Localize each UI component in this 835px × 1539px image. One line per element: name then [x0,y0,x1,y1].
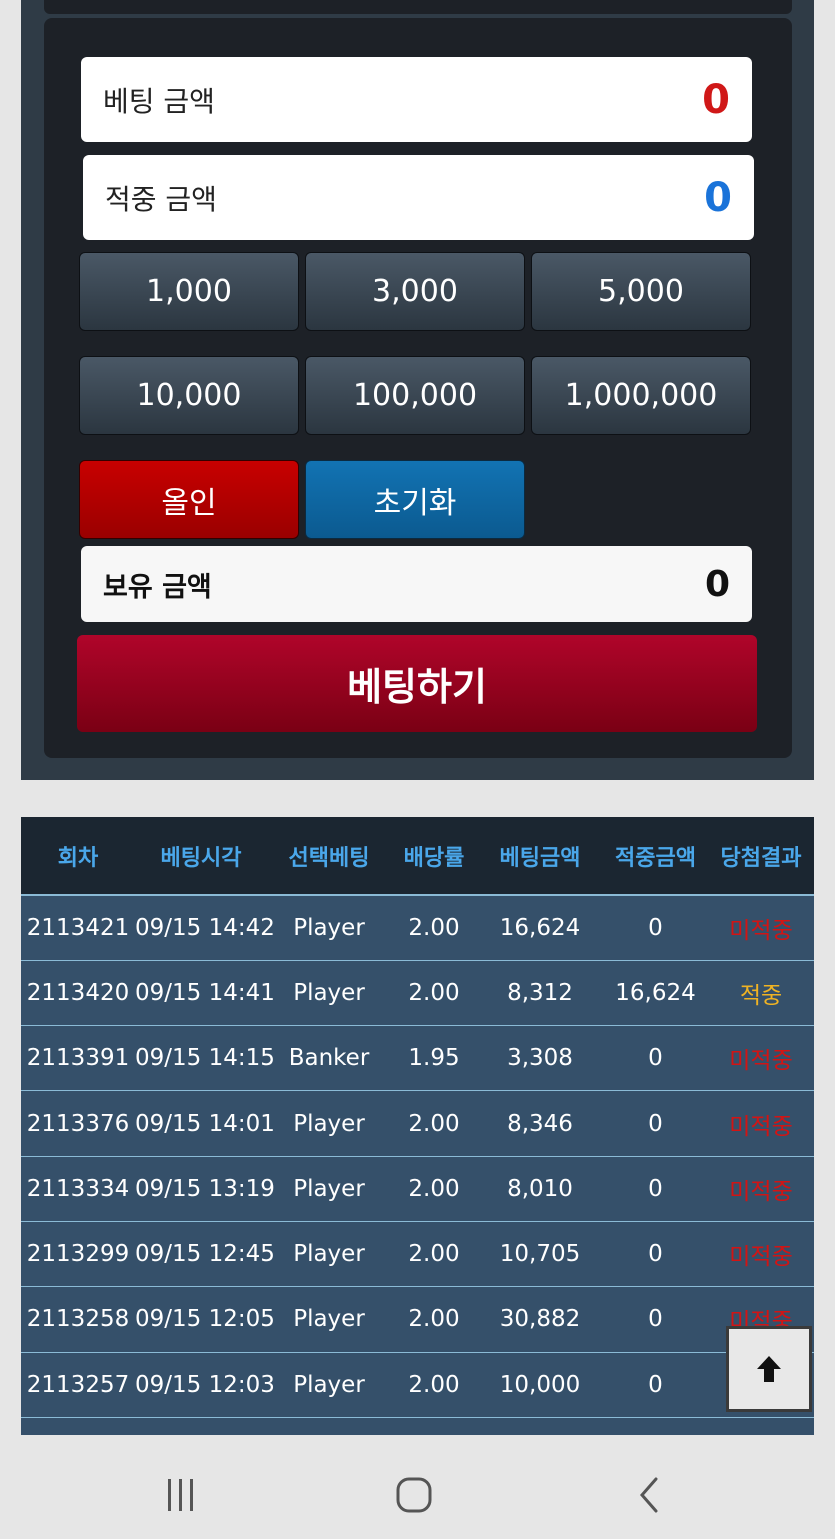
balance-label: 보유 금액 [103,571,212,603]
cell-time: 09/15 14:42 [135,895,275,961]
cell-time: 09/15 14:41 [135,960,275,1027]
cell-round: 2113258 [21,1286,135,1353]
cell-pick: Player [267,895,391,961]
chip-button-3000[interactable]: 3,000 [305,252,525,331]
cell-pick: Player [267,960,391,1027]
col-header-odds: 배당률 [391,817,477,896]
win-amount-label: 적중 금액 [105,182,217,216]
table-row: 211325709/15 12:03Player2.0010,0000미적중 [21,1352,814,1418]
scroll-to-top-button[interactable] [726,1326,812,1412]
cell-round: 2113421 [21,895,135,961]
cell-pick: Player [267,1286,391,1353]
chip-button-10000[interactable]: 10,000 [79,356,299,435]
cell-odds: 2.00 [391,1156,477,1222]
cell-pick: Player [267,1090,391,1157]
cell-win: 0 [603,1221,708,1288]
cell-time: 09/15 12:45 [135,1221,275,1288]
bet-amount-box: 베팅 금액 0 [81,57,752,142]
cell-pick: Player [267,1156,391,1222]
table-row: 2113334 09/15 13:19 Player 2.00 8,010 0 미적중 [21,1156,814,1222]
cell-result: 미적중 [708,1221,814,1288]
system-nav-bar [0,1435,835,1539]
bet-amount-label: 베팅 금액 [103,84,215,118]
cell-result: 미적중 [708,895,814,961]
cell-odds: 2.00 [391,1221,477,1288]
col-header-round: 회차 [21,817,135,896]
cell-bet: 3,308 [477,1025,603,1092]
cell-bet: 10,705 [477,1221,603,1288]
cell-bet: 30,882 [477,1286,603,1353]
cell-bet: 8,312 [477,960,603,1027]
cell-win: 0 [603,1286,708,1353]
cell-time: 09/15 12:05 [135,1286,275,1353]
top-panel-edge [44,0,792,14]
cell-pick: Player [267,1352,391,1418]
cell-time: 09/15 14:15 [135,1025,275,1092]
back-button[interactable] [619,1465,679,1525]
cell-odds: 2.00 [391,895,477,961]
chip-button-5000[interactable]: 5,000 [531,252,751,331]
chip-button-1000000[interactable]: 1,000,000 [531,356,751,435]
cell-win: 16,624 [603,960,708,1027]
cell-result: 미적중 [708,1156,814,1222]
table-row: 2113421 09/15 14:42 Player 2.00 16,624 0 미적중 [21,895,814,961]
cell-bet: 8,346 [477,1090,603,1157]
win-amount-box: 적중 금액 0 [83,155,754,240]
cell-odds: 1.95 [391,1025,477,1092]
reset-button[interactable]: 초기화 [305,460,525,539]
win-amount-value: 0 [704,174,732,221]
cell-odds: 2.00 [391,1090,477,1157]
cell-round: 2113391 [21,1025,135,1092]
balance-value: 0 [704,563,730,605]
cell-pick: Player [267,1221,391,1288]
table-row: 2113376 09/15 14:01 Player 2.00 8,346 0 미적중 [21,1090,814,1157]
cell-odds: 2.00 [391,1286,477,1353]
col-header-bet: 베팅금액 [477,817,603,896]
chip-button-1000[interactable]: 1,000 [79,252,299,331]
home-icon [396,1477,432,1513]
cell-win: 0 [603,1090,708,1157]
all-in-button[interactable]: 올인 [79,460,299,539]
cell-pick: Banker [267,1025,391,1092]
cell-time: 09/15 14:01 [135,1090,275,1157]
cell-bet: 16,624 [477,895,603,961]
recent-apps-icon [168,1479,193,1511]
table-header-row: 회차 베팅시각 선택베팅 배당률 베팅금액 적중금액 당첨결과 [21,817,814,896]
cell-time: 09/15 13:19 [135,1156,275,1222]
recent-apps-button[interactable] [151,1465,211,1525]
cell-odds: 2.00 [391,1352,477,1418]
col-header-time: 베팅시각 [135,817,267,896]
cell-win: 0 [603,1156,708,1222]
chip-button-100000[interactable]: 100,000 [305,356,525,435]
bet-amount-value: 0 [702,76,730,123]
table-row: 2113391 09/15 14:15 Banker 1.95 3,308 0 미적중 [21,1025,814,1092]
cell-result: 적중 [708,960,814,1027]
table-row: 2113420 09/15 14:41 Player 2.00 8,312 16,624 적… [21,960,814,1027]
cell-round: 2113299 [21,1221,135,1288]
cell-bet: 10,000 [477,1352,603,1418]
cell-round: 2113257 [21,1352,135,1418]
place-bet-button[interactable]: 베팅하기 [77,635,757,732]
cell-win: 0 [603,895,708,961]
col-header-result: 당첨결과 [708,817,814,896]
table-row: 2113258 09/15 12:05 Player 2.00 30,882 0 미적중 [21,1286,814,1353]
back-icon [640,1477,658,1513]
cell-round: 2113420 [21,960,135,1027]
cell-bet: 8,010 [477,1156,603,1222]
cell-result: 미적중 [708,1025,814,1092]
cell-round: 2113376 [21,1090,135,1157]
cell-odds: 2.00 [391,960,477,1027]
cell-win: 0 [603,1025,708,1092]
cell-result: 미적중 [708,1090,814,1157]
balance-box: 보유 금액 0 [81,546,752,622]
col-header-pick: 선택베팅 [267,817,391,896]
col-header-win: 적중금액 [603,817,708,896]
cell-time: 09/15 12:03 [135,1352,275,1418]
cell-win: 0 [603,1352,708,1418]
cell-round: 2113334 [21,1156,135,1222]
table-row: 2113299 09/15 12:45 Player 2.00 10,705 0 미적중 [21,1221,814,1288]
bet-history-table: 회차 베팅시각 선택베팅 배당률 베팅금액 적중금액 당첨결과 2113421 0… [21,817,814,1435]
arrow-up-icon [757,1356,781,1382]
home-button[interactable] [384,1465,444,1525]
